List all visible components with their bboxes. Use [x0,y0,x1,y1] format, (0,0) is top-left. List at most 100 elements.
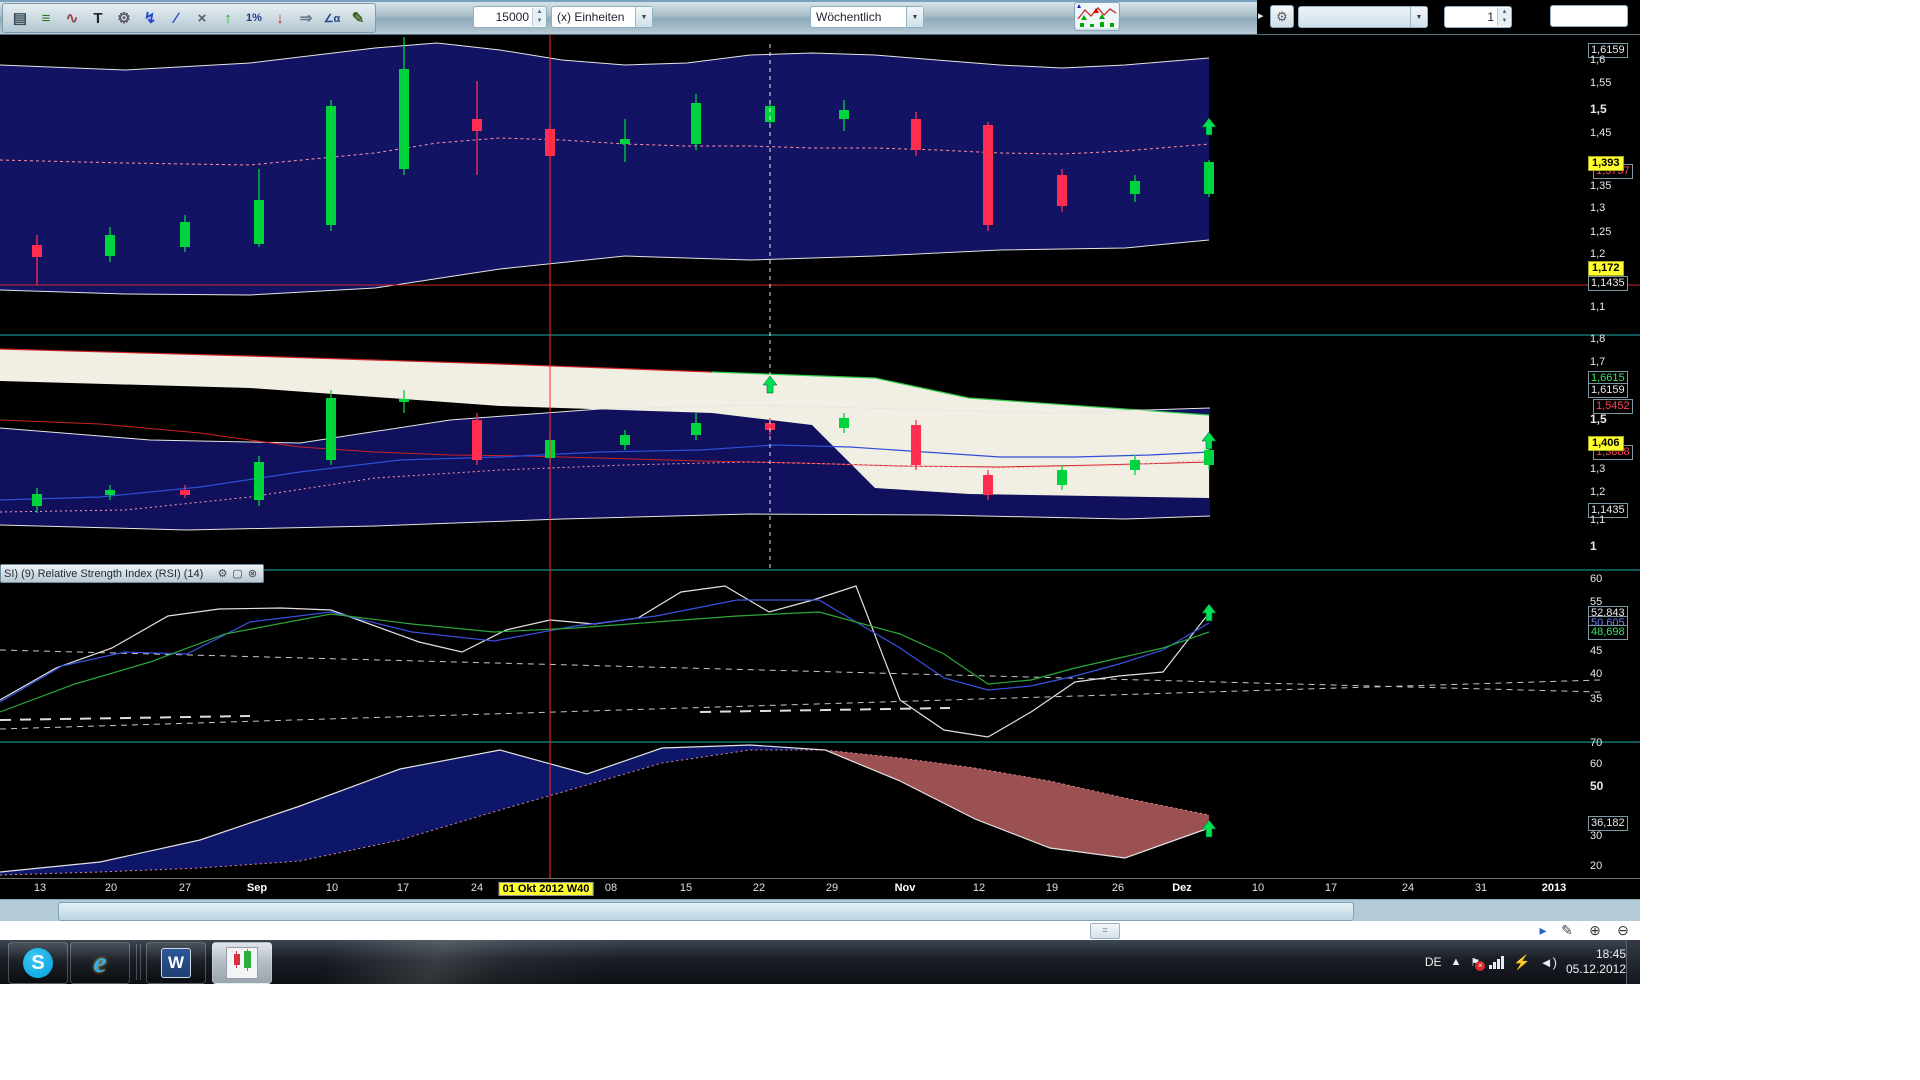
date-label: 20 [105,882,117,894]
keyboard-language[interactable]: DE [1425,955,1442,969]
candle [1057,470,1067,485]
candle [105,235,115,256]
date-label: 17 [397,882,409,894]
horizontal-scrollbar[interactable] [0,899,1640,922]
text-tool-icon[interactable]: T [86,6,110,30]
internet-explorer-icon: e [93,948,106,978]
chart-app-icon [226,947,258,979]
candle [911,119,921,150]
candle [691,423,701,435]
symbol-dropdown[interactable]: ▼ [1298,6,1428,28]
chart-style-button[interactable] [1074,2,1120,31]
action-center-icon[interactable]: ⚑× [1470,956,1480,969]
date-label: 17 [1325,882,1337,894]
candle [326,106,336,225]
arrow-right-icon[interactable]: ⇒ [294,6,318,30]
word-icon: W [161,948,191,978]
taskbar-skype-button[interactable]: S [8,942,68,984]
rsi-indicator-label: SI) (9) Relative Strength Index (RSI) (1… [4,568,215,580]
candle [472,119,482,131]
alert-badge: × [1475,961,1485,971]
period-caret-icon[interactable]: ▼ [906,7,923,27]
percent-scale-icon[interactable]: 1% [242,6,266,30]
count-spinner[interactable]: 1 ▲▼ [1444,6,1512,28]
candle [105,490,115,495]
indicator-settings-icon[interactable]: ⚙ [215,567,230,580]
units-value: (x) Einheiten [552,10,635,24]
candle [180,222,190,247]
power-icon[interactable]: ⚡ [1513,954,1530,971]
windows-taskbar: S e W DE ▲ ⚑× ⚡ [0,940,1640,984]
quantity-spinner[interactable]: 15000 ▲▼ [473,6,547,28]
chart-footer-controls: = ▸✎ ⊕ ⊖ [0,921,1640,940]
zoom-out-icon[interactable]: ⊖ [1612,921,1634,939]
quantity-value: 15000 [474,10,532,24]
candle [1204,162,1214,194]
hidden-icons-button[interactable]: ▲ [1451,956,1462,968]
date-label: 22 [753,882,765,894]
polyline-icon[interactable]: ↯ [138,6,162,30]
date-label: 2013 [1542,882,1566,894]
quantity-spin-buttons[interactable]: ▲▼ [532,8,546,26]
candle [620,435,630,445]
show-desktop-button[interactable] [1626,940,1640,984]
angle-icon[interactable]: ∠α [320,6,344,30]
network-icon[interactable] [1489,956,1504,969]
date-label: 31 [1475,882,1487,894]
annotate-icon[interactable]: ✎ [1556,921,1578,939]
chart-canvas[interactable] [0,0,1640,898]
indicator-list-icon[interactable]: ≡ [34,6,58,30]
date-label: 13 [34,882,46,894]
trading-app-window: ▤≡∿T⚙↯∕×↑1%↓⇒∠α✎ 15000 ▲▼ (x) Einheiten … [0,0,1640,984]
clock-date: 05.12.2012 [1566,962,1626,977]
freehand-icon[interactable]: ✎ [346,6,370,30]
trend-candles-icon[interactable]: ∿ [60,6,84,30]
date-label: 10 [326,882,338,894]
taskbar-clock[interactable]: 18:45 05.12.2012 [1566,947,1626,977]
clock-time: 18:45 [1566,947,1626,962]
desktop-screen: ▤≡∿T⚙↯∕×↑1%↓⇒∠α✎ 15000 ▲▼ (x) Einheiten … [0,0,1920,1080]
date-label: Sep [247,882,267,894]
splitter-grip[interactable]: = [1090,923,1120,939]
taskbar-separator [136,944,137,980]
units-dropdown[interactable]: (x) Einheiten ▼ [551,6,653,28]
candle [399,399,409,402]
indicator-close-icon[interactable]: ⊗ [245,567,260,580]
arrow-down-icon[interactable]: ↓ [268,6,292,30]
period-dropdown[interactable]: Wöchentlich ▼ [810,6,924,28]
delete-icon[interactable]: × [190,6,214,30]
tools-icon[interactable]: ⚙ [112,6,136,30]
date-label: 27 [179,882,191,894]
date-label: 29 [826,882,838,894]
symbol-caret-icon[interactable]: ▼ [1410,7,1427,27]
taskbar-separator [140,944,141,980]
taskbar-ie-button[interactable]: e [70,942,130,984]
indicator-window-icon[interactable]: ▢ [230,567,245,580]
candle [839,110,849,119]
toolbar-expand-icon[interactable]: ▸ [1258,9,1264,22]
volume-icon[interactable]: ◄) [1540,955,1557,970]
pan-right-icon[interactable]: ▸ [1532,921,1554,939]
date-label: 08 [605,882,617,894]
taskbar-chart-app-button[interactable] [212,942,272,984]
candle [1057,175,1067,206]
candle [691,103,701,144]
drawing-toolbar: ▤≡∿T⚙↯∕×↑1%↓⇒∠α✎ [2,3,376,33]
date-axis: 132027Sep10172401 Okt 2012 W4008152229No… [0,878,1640,899]
count-spin-buttons[interactable]: ▲▼ [1497,8,1511,26]
taskbar-word-button[interactable]: W [146,942,206,984]
candle [1130,460,1140,470]
period-value: Wöchentlich [811,10,906,24]
trendline-icon[interactable]: ∕ [164,6,188,30]
zoom-in-icon[interactable]: ⊕ [1584,921,1606,939]
scrollbar-thumb[interactable] [58,902,1354,921]
order-text-input[interactable] [1550,5,1628,27]
arrow-up-icon[interactable]: ↑ [216,6,240,30]
candle [32,245,42,257]
settings-wrench-button[interactable]: ⚙ [1270,5,1294,28]
candle [399,69,409,169]
date-label: 24 [1402,882,1414,894]
chart-grid-icon[interactable]: ▤ [8,6,32,30]
units-caret-icon[interactable]: ▼ [635,7,652,27]
date-label: 24 [471,882,483,894]
